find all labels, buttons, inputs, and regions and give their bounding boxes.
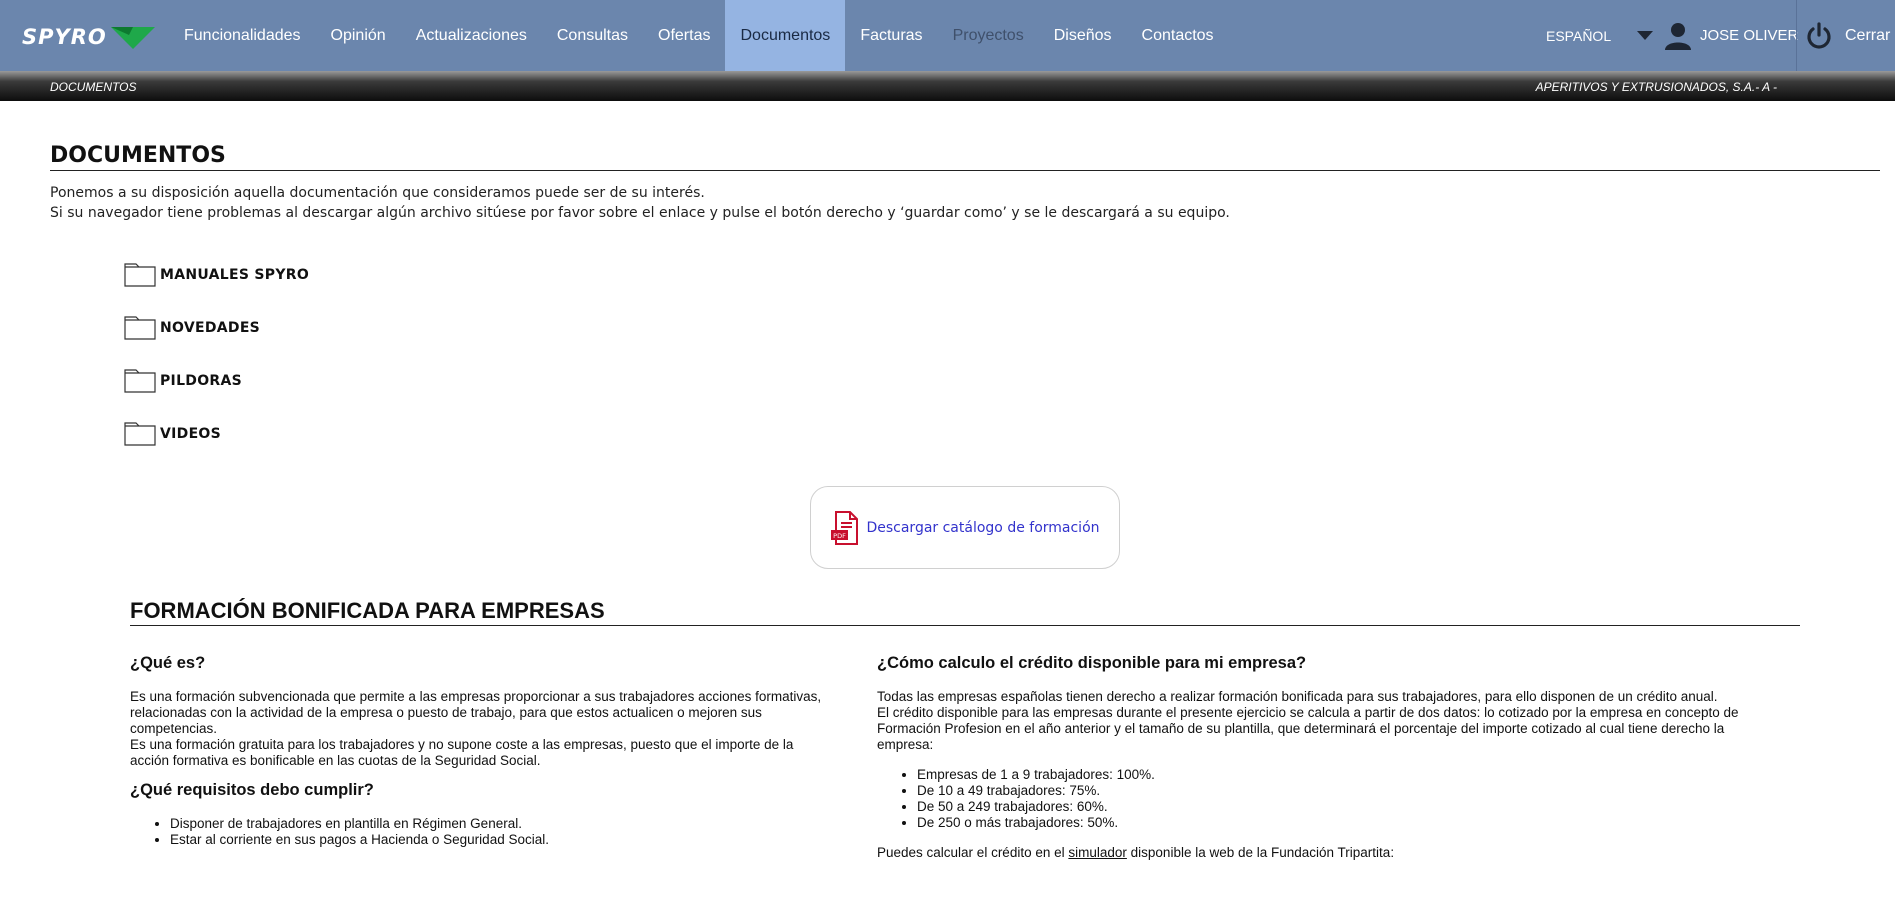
user-name: JOSE OLIVER: [1700, 27, 1799, 44]
pdf-icon[interactable]: PDF: [830, 510, 860, 545]
paragraph: Es una formación subvencionada que permi…: [130, 689, 822, 736]
page-intro: Ponemos a su disposición aquella documen…: [50, 183, 1230, 223]
page-title: DOCUMENTOS: [50, 143, 1880, 171]
paragraph: Todas las empresas españolas tienen dere…: [877, 689, 1718, 704]
calc-text-before: Puedes calcular el crédito en el: [877, 845, 1069, 860]
svg-text:PDF: PDF: [834, 532, 847, 540]
folder-videos[interactable]: VIDEOS: [124, 420, 309, 448]
list-item: Estar al corriente en sus pagos a Hacien…: [170, 832, 830, 848]
power-icon: [1807, 21, 1831, 49]
list-item: De 250 o más trabajadores: 50%.: [917, 815, 1767, 831]
nav-item-opinion[interactable]: Opinión: [316, 0, 401, 71]
spyro-logo[interactable]: SPYRO: [22, 22, 155, 52]
requirements-list: Disponer de trabajadores en plantilla en…: [130, 816, 830, 848]
folder-label: PILDORAS: [160, 373, 243, 389]
company-name: APERITIVOS Y EXTRUSIONADOS, S.A.- A -: [1535, 80, 1777, 94]
breadcrumb: DOCUMENTOS: [50, 80, 137, 94]
list-item: De 10 a 49 trabajadores: 75%.: [917, 783, 1767, 799]
simulator-link[interactable]: simulador: [1068, 845, 1127, 860]
folder-icon: [124, 369, 156, 393]
folder-novedades[interactable]: NOVEDADES: [124, 314, 309, 342]
left-column: ¿Qué es? Es una formación subvencionada …: [130, 655, 830, 848]
user-menu[interactable]: JOSE OLIVER: [1664, 0, 1798, 71]
folder-label: NOVEDADES: [160, 320, 261, 336]
nav-item-ofertas[interactable]: Ofertas: [643, 0, 725, 71]
top-navigation-bar: SPYRO Funcionalidades Opinión Actualizac…: [0, 0, 1895, 72]
list-item: Empresas de 1 a 9 trabajadores: 100%.: [917, 767, 1767, 783]
user-icon: [1665, 22, 1691, 50]
nav-item-consultas[interactable]: Consultas: [542, 0, 643, 71]
list-item: Disponer de trabajadores en plantilla en…: [170, 816, 830, 832]
nav-item-documentos[interactable]: Documentos: [725, 0, 846, 71]
folder-pildoras[interactable]: PILDORAS: [124, 367, 309, 395]
question-heading: ¿Cómo calculo el crédito disponible para…: [877, 654, 1307, 672]
nav-item-contactos[interactable]: Contactos: [1127, 0, 1229, 71]
section-title: FORMACIÓN BONIFICADA PARA EMPRESAS: [130, 598, 1800, 626]
paragraph: El crédito disponible para las empresas …: [877, 705, 1739, 752]
nav-item-actualizaciones[interactable]: Actualizaciones: [401, 0, 542, 71]
logout-label: Cerrar: [1845, 26, 1891, 44]
download-catalog-link[interactable]: Descargar catálogo de formación: [866, 520, 1099, 536]
folder-label: VIDEOS: [160, 426, 222, 442]
main-menu: Funcionalidades Opinión Actualizaciones …: [169, 0, 1229, 71]
nav-item-proyectos[interactable]: Proyectos: [938, 0, 1039, 71]
calc-paragraph: Puedes calcular el crédito en el simulad…: [877, 845, 1767, 861]
calc-text-after: disponible la web de la Fundación Tripar…: [1126, 845, 1395, 860]
folder-icon: [124, 422, 156, 446]
chevron-down-icon: [1637, 31, 1654, 40]
nav-item-facturas[interactable]: Facturas: [845, 0, 937, 71]
logo-text: SPYRO: [22, 25, 107, 49]
folder-list: MANUALES SPYRO NOVEDADES PILDORAS VIDEOS: [124, 261, 309, 473]
paragraph: Es una formación gratuita para los traba…: [130, 737, 794, 768]
logo-triangle-icon: [110, 27, 155, 49]
list-item: De 50 a 249 trabajadores: 60%.: [917, 799, 1767, 815]
breadcrumb-strip: DOCUMENTOS APERITIVOS Y EXTRUSIONADOS, S…: [0, 71, 1895, 101]
folder-icon: [124, 316, 156, 340]
intro-line-2: Si su navegador tiene problemas al desca…: [50, 205, 1230, 221]
folder-label: MANUALES SPYRO: [160, 267, 310, 283]
language-selector[interactable]: ESPAÑOL: [1546, 0, 1654, 71]
question-heading: ¿Qué requisitos debo cumplir?: [130, 781, 374, 799]
folder-manuales-spyro[interactable]: MANUALES SPYRO: [124, 261, 309, 289]
folder-icon: [124, 263, 156, 287]
question-heading: ¿Qué es?: [130, 654, 206, 672]
logout-button[interactable]: Cerrar: [1796, 0, 1890, 71]
language-label: ESPAÑOL: [1546, 27, 1612, 44]
intro-line-1: Ponemos a su disposición aquella documen…: [50, 185, 705, 201]
download-catalog-box: PDF Descargar catálogo de formación: [810, 486, 1120, 569]
tiers-list: Empresas de 1 a 9 trabajadores: 100%. De…: [877, 767, 1767, 831]
nav-item-funcionalidades[interactable]: Funcionalidades: [169, 0, 316, 71]
nav-item-disenos[interactable]: Diseños: [1039, 0, 1127, 71]
right-column: ¿Cómo calculo el crédito disponible para…: [877, 655, 1767, 861]
